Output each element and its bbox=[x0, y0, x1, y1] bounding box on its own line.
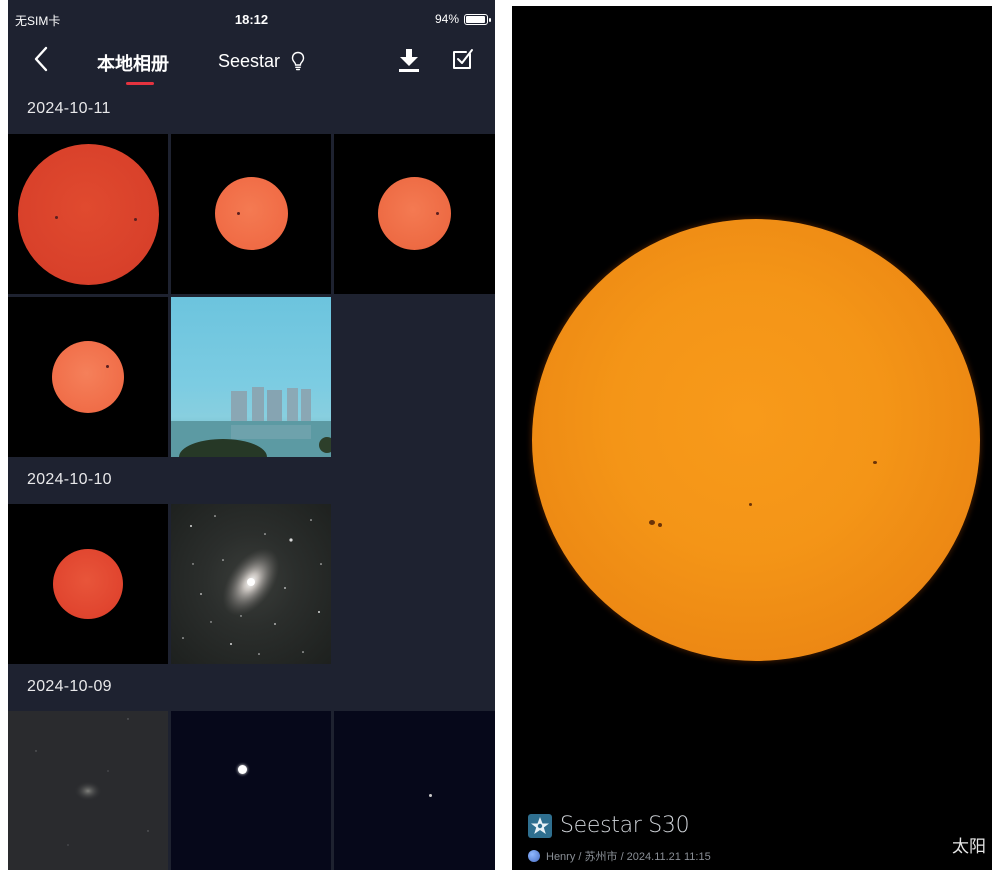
photo-thumbnail[interactable] bbox=[171, 711, 331, 870]
nav-bar: 本地相册 Seestar bbox=[8, 36, 495, 94]
photo-thumbnail[interactable] bbox=[8, 134, 168, 294]
star-image bbox=[238, 765, 247, 774]
sunspot bbox=[658, 523, 662, 527]
tab-seestar[interactable]: Seestar bbox=[218, 50, 305, 72]
sunspot bbox=[649, 520, 655, 525]
credit-text: Henry / 苏州市 / 2024.11.21 11:15 bbox=[546, 851, 711, 863]
date-header: 2024-10-10 bbox=[27, 471, 112, 488]
object-name: 太阳 bbox=[952, 837, 986, 856]
tab-seestar-label: Seestar bbox=[218, 50, 281, 71]
date-header: 2024-10-09 bbox=[27, 678, 112, 695]
chevron-left-icon[interactable] bbox=[28, 44, 58, 74]
photo-credit: Henry / 苏州市 / 2024.11.21 11:15 bbox=[528, 848, 711, 864]
lightbulb-icon bbox=[291, 52, 305, 71]
local-album-screen: 无SIM卡 18:12 94% 本地相册 Seestar 2024-10-11 … bbox=[8, 0, 495, 870]
globe-icon bbox=[528, 850, 540, 862]
tab-local-album[interactable]: 本地相册 bbox=[97, 50, 169, 76]
sun-image bbox=[215, 177, 288, 250]
brand-name: Seestar S30 bbox=[560, 813, 690, 838]
battery-fill bbox=[466, 16, 485, 23]
sun-image bbox=[378, 177, 451, 250]
status-bar: 无SIM卡 18:12 94% bbox=[8, 0, 495, 36]
photo-thumbnail[interactable] bbox=[171, 297, 331, 457]
checkbox-icon[interactable] bbox=[450, 46, 476, 72]
battery-percent: 94% bbox=[434, 12, 459, 26]
photo-thumbnail[interactable] bbox=[8, 504, 168, 664]
date-header: 2024-10-11 bbox=[27, 100, 111, 117]
status-time: 18:12 bbox=[234, 12, 269, 27]
sun-image bbox=[53, 549, 123, 619]
sun-image bbox=[18, 144, 159, 285]
galaxy-image bbox=[35, 718, 149, 846]
sunspot bbox=[749, 503, 752, 506]
photo-thumbnail[interactable] bbox=[171, 504, 331, 664]
galaxy-image bbox=[182, 515, 322, 655]
photo-thumbnail[interactable] bbox=[171, 134, 331, 294]
city-landscape-image bbox=[171, 387, 331, 457]
tab-local-album-label: 本地相册 bbox=[97, 54, 169, 74]
seestar-logo-icon bbox=[528, 814, 552, 838]
sun-image[interactable] bbox=[532, 219, 980, 661]
sunspot bbox=[873, 461, 877, 464]
photo-thumbnail[interactable] bbox=[334, 711, 495, 870]
active-tab-indicator bbox=[126, 82, 154, 85]
sun-image bbox=[52, 341, 124, 413]
star-image bbox=[429, 794, 432, 797]
photo-thumbnail[interactable] bbox=[8, 711, 168, 870]
photo-viewer: Seestar S30 Henry / 苏州市 / 2024.11.21 11:… bbox=[512, 6, 992, 870]
photo-thumbnail[interactable] bbox=[334, 134, 495, 294]
photo-thumbnail[interactable] bbox=[8, 297, 168, 457]
battery-icon bbox=[464, 14, 491, 25]
download-icon[interactable] bbox=[396, 46, 422, 74]
